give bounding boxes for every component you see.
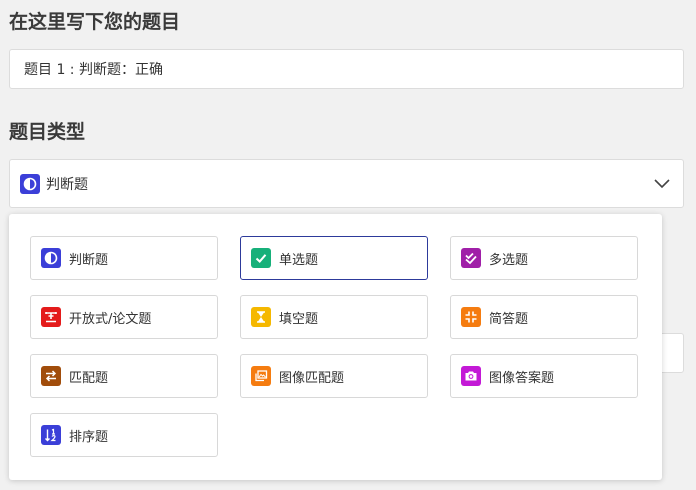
option-label: 多选题 xyxy=(489,252,529,268)
swap-arrows-icon xyxy=(41,366,61,386)
question-type-selected-label: 判断题 xyxy=(46,176,88,193)
double-check-icon xyxy=(461,248,481,268)
question-input[interactable]: 题目 1 : 判断题：正确 xyxy=(9,49,684,89)
option-open-essay[interactable]: 开放式/论文题 xyxy=(30,295,218,339)
image-stack-icon xyxy=(251,366,271,386)
option-label: 图像答案题 xyxy=(489,370,555,386)
option-label: 图像匹配题 xyxy=(279,370,345,386)
option-true-false[interactable]: 判断题 xyxy=(30,236,218,280)
checkmark-icon xyxy=(251,248,271,268)
question-type-dropdown: 判断题 单选题 多选题 开放式/论文题 填空题 简答题 匹配题 图像匹配题 图像… xyxy=(9,214,662,480)
half-circle-icon xyxy=(41,248,61,268)
option-single-choice[interactable]: 单选题 xyxy=(240,236,428,280)
option-matching[interactable]: 匹配题 xyxy=(30,354,218,398)
option-label: 简答题 xyxy=(489,311,529,327)
question-type-title: 题目类型 xyxy=(9,121,86,143)
question-input-value: 题目 1 : 判断题：正确 xyxy=(24,62,163,78)
option-label: 排序题 xyxy=(69,429,109,445)
chevron-down-icon[interactable] xyxy=(651,172,673,194)
camera-icon xyxy=(461,366,481,386)
half-circle-icon xyxy=(20,173,40,194)
option-short-answer[interactable]: 简答题 xyxy=(450,295,638,339)
option-ordering[interactable]: 排序题 xyxy=(30,413,218,457)
option-label: 填空题 xyxy=(279,311,319,327)
option-label: 开放式/论文题 xyxy=(69,311,152,327)
option-label: 单选题 xyxy=(279,252,319,268)
option-label: 匹配题 xyxy=(69,370,109,386)
question-type-select[interactable]: 判断题 xyxy=(9,159,684,208)
text-edit-icon xyxy=(41,307,61,327)
option-multiple-choice[interactable]: 多选题 xyxy=(450,236,638,280)
option-image-matching[interactable]: 图像匹配题 xyxy=(240,354,428,398)
option-image-answer[interactable]: 图像答案题 xyxy=(450,354,638,398)
option-fill-blank[interactable]: 填空题 xyxy=(240,295,428,339)
sort-numeric-icon xyxy=(41,425,61,445)
compress-icon xyxy=(461,307,481,327)
question-title: 在这里写下您的题目 xyxy=(9,11,181,33)
option-label: 判断题 xyxy=(69,252,109,268)
hourglass-icon xyxy=(251,307,271,327)
